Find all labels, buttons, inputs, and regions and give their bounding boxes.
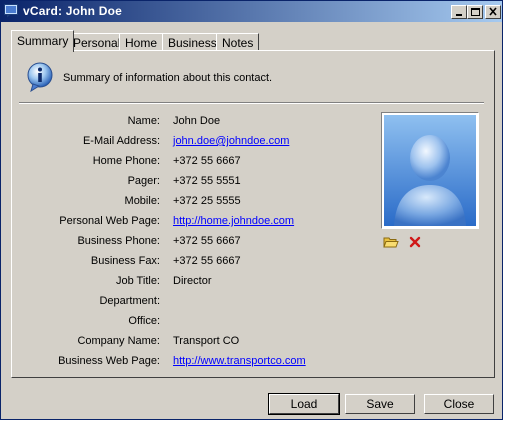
- field-label: Pager:: [127, 175, 160, 187]
- header-divider: [19, 102, 484, 104]
- field-value: John Doe: [173, 115, 221, 127]
- field-value: +372 55 6667: [173, 235, 241, 247]
- field-label: Mobile:: [124, 195, 160, 207]
- close-button[interactable]: Close: [424, 394, 494, 414]
- field-value-link[interactable]: john.doe@johndoe.com: [173, 135, 289, 147]
- save-button[interactable]: Save: [345, 394, 415, 414]
- field-label: Office:: [128, 315, 160, 327]
- summary-panel: Summary of information about this contac…: [11, 50, 495, 378]
- contact-photo-frame: [381, 112, 479, 229]
- open-folder-icon[interactable]: [383, 235, 399, 249]
- delete-photo-icon[interactable]: [407, 235, 423, 249]
- field-label: Business Fax:: [90, 255, 160, 267]
- field-value-link[interactable]: http://home.johndoe.com: [173, 215, 294, 227]
- field-label: Business Web Page:: [58, 355, 160, 367]
- info-icon: [26, 62, 54, 95]
- field-label: Business Phone:: [77, 235, 160, 247]
- summary-description: Summary of information about this contac…: [63, 72, 273, 84]
- field-label: Home Phone:: [92, 155, 160, 167]
- field-label: Name:: [127, 115, 160, 127]
- close-icon: [489, 7, 497, 16]
- field-value: Transport CO: [173, 335, 240, 347]
- tab-personal[interactable]: Personal: [67, 33, 127, 51]
- field-value-link[interactable]: http://www.transportco.com: [173, 355, 306, 367]
- field-label: Job Title:: [115, 275, 160, 287]
- window-title: vCard: John Doe: [23, 4, 123, 18]
- tab-notes[interactable]: Notes: [216, 33, 260, 51]
- minimize-button[interactable]: [451, 5, 467, 19]
- tab-business[interactable]: Business: [162, 33, 223, 51]
- close-window-button[interactable]: [485, 5, 501, 19]
- field-label: Department:: [99, 295, 160, 307]
- minimize-icon: [456, 14, 462, 16]
- field-label: Company Name:: [77, 335, 160, 347]
- vcard-app-icon: [4, 4, 19, 18]
- maximize-icon: [471, 8, 480, 16]
- vcard-window: vCard: John Doe Summary Personal Home Bu…: [0, 0, 503, 420]
- field-label: E-Mail Address:: [82, 135, 160, 147]
- field-value: +372 55 5551: [173, 175, 241, 187]
- title-bar[interactable]: vCard: John Doe: [1, 1, 502, 22]
- field-label: Personal Web Page:: [59, 215, 160, 227]
- field-value: +372 55 6667: [173, 155, 241, 167]
- maximize-button[interactable]: [467, 5, 483, 19]
- tab-home[interactable]: Home: [119, 33, 164, 51]
- field-value: +372 25 5555: [173, 195, 241, 207]
- tab-summary[interactable]: Summary: [11, 30, 75, 52]
- person-silhouette-icon: [384, 115, 476, 226]
- contact-photo: [384, 115, 476, 226]
- field-value: +372 55 6667: [173, 255, 241, 267]
- load-button[interactable]: Load: [268, 393, 340, 415]
- field-value: Director: [173, 275, 212, 287]
